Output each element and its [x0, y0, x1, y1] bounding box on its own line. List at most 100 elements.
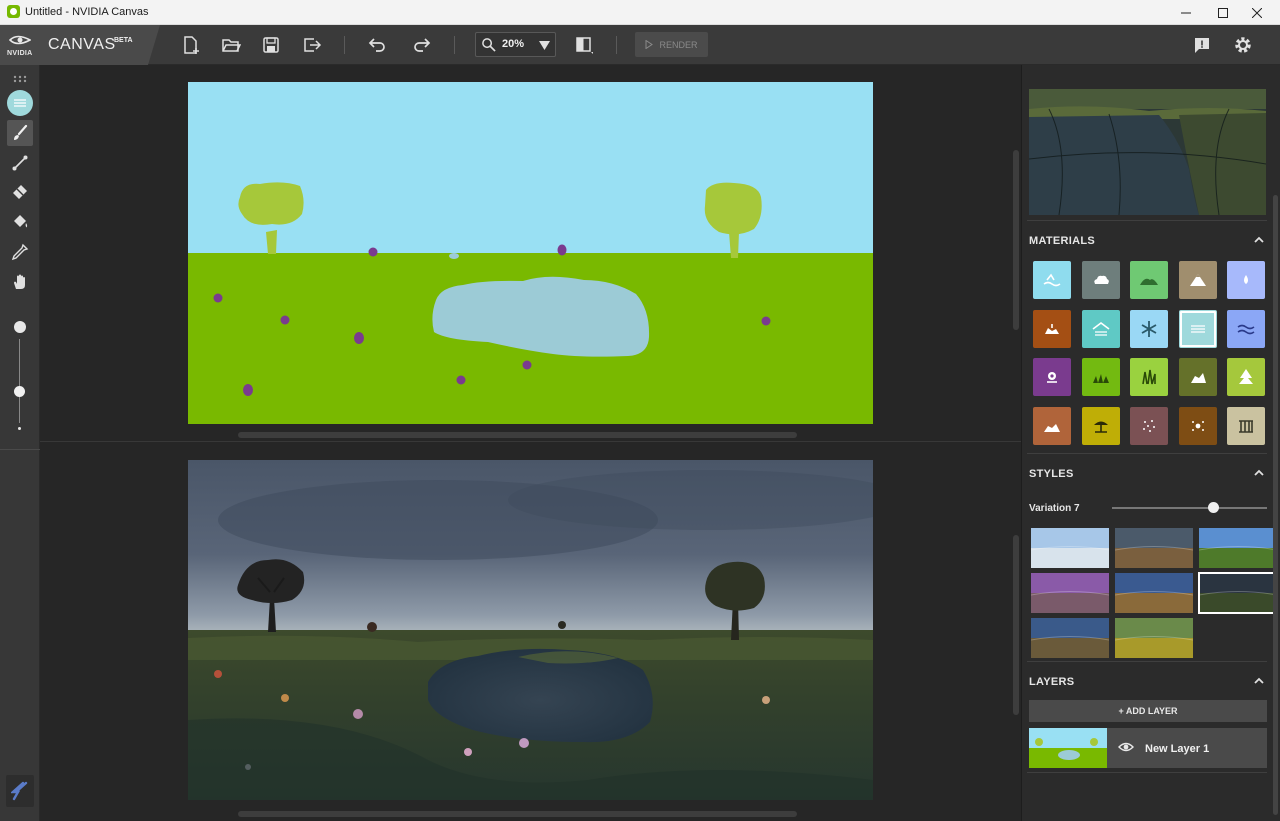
undo-icon[interactable] — [364, 32, 390, 58]
style-thumbnail[interactable] — [1199, 528, 1277, 568]
rendered-output-image — [188, 460, 873, 800]
save-icon[interactable] — [258, 32, 284, 58]
layer-name: New Layer 1 — [1145, 743, 1210, 755]
chevron-up-icon[interactable] — [1252, 233, 1266, 247]
style-thumbnail[interactable] — [1031, 618, 1109, 658]
plugin-icon[interactable] — [6, 775, 34, 807]
styles-header[interactable]: STYLES — [1029, 465, 1266, 483]
section-divider — [1027, 453, 1267, 454]
material-structure[interactable] — [1227, 406, 1265, 445]
hill-icon — [1140, 278, 1158, 285]
material-tree[interactable] — [1227, 358, 1265, 396]
material-dirt[interactable] — [1033, 406, 1071, 445]
material-swatch-icon[interactable] — [7, 90, 33, 116]
gravel-icon — [1191, 420, 1204, 431]
style-thumbnail[interactable] — [1115, 618, 1193, 658]
chevron-down-icon[interactable] — [539, 41, 550, 50]
settings-icon[interactable] — [1230, 32, 1256, 58]
window-title: Untitled - NVIDIA Canvas — [25, 6, 149, 18]
brand-area: NVIDIA CANVAS BETA — [0, 25, 160, 65]
material-snow[interactable] — [1130, 309, 1168, 348]
variation-slider-knob[interactable] — [1208, 502, 1219, 513]
material-gravel[interactable] — [1178, 406, 1217, 445]
brush-icon[interactable] — [7, 120, 33, 146]
material-cloud[interactable] — [1081, 261, 1120, 299]
compare-view-icon[interactable] — [571, 32, 597, 58]
material-water[interactable] — [1178, 309, 1217, 348]
material-beach[interactable] — [1081, 406, 1120, 445]
tree-icon — [1239, 369, 1253, 384]
material-flower[interactable] — [1033, 358, 1071, 396]
variation-label: Variation 7 — [1029, 503, 1080, 514]
mountain-icon — [1189, 274, 1206, 286]
style-thumbnail[interactable] — [1115, 573, 1193, 613]
canvas-vertical-scrollbar[interactable] — [1013, 150, 1019, 330]
eraser-icon[interactable] — [7, 179, 33, 205]
styles-title: STYLES — [1029, 468, 1074, 480]
fill-bucket-icon[interactable] — [7, 209, 33, 235]
material-snow-roof[interactable] — [1081, 309, 1120, 348]
new-file-icon[interactable] — [178, 32, 204, 58]
nvidia-wordmark: NVIDIA — [7, 50, 33, 57]
pan-hand-icon[interactable] — [7, 269, 33, 295]
export-icon[interactable] — [299, 32, 325, 58]
chevron-up-icon[interactable] — [1252, 466, 1266, 480]
feedback-icon[interactable] — [1189, 32, 1215, 58]
redo-icon[interactable] — [409, 32, 435, 58]
brush-size-large-icon — [14, 321, 26, 333]
title-bar: Untitled - NVIDIA Canvas — [0, 0, 1280, 25]
add-layer-button[interactable]: + ADD LAYER — [1029, 700, 1267, 722]
play-icon — [645, 40, 654, 49]
style-thumbnail[interactable] — [1031, 528, 1109, 568]
workspace — [40, 65, 1021, 821]
style-thumbnail[interactable] — [1198, 572, 1278, 614]
snow-icon — [1141, 320, 1157, 337]
section-divider — [1027, 220, 1267, 221]
materials-header[interactable]: MATERIALS — [1029, 232, 1266, 250]
output-horizontal-scrollbar[interactable] — [238, 811, 797, 817]
material-river[interactable] — [1227, 309, 1265, 348]
material-grass[interactable] — [1081, 358, 1120, 396]
material-mountain[interactable] — [1178, 261, 1217, 299]
layer-thumbnail — [1029, 728, 1107, 768]
brush-size-knob[interactable] — [14, 386, 25, 397]
sea-icon — [1043, 273, 1061, 287]
beach-icon — [1093, 421, 1108, 433]
zoom-value: 20% — [502, 38, 525, 50]
panel-scrollbar[interactable] — [1273, 195, 1278, 815]
brush-size-small-icon — [18, 427, 21, 430]
material-mud[interactable] — [1033, 309, 1071, 348]
close-icon[interactable] — [1234, 0, 1280, 25]
material-fog[interactable] — [1227, 261, 1265, 299]
cloud-icon — [1093, 275, 1109, 284]
material-sea[interactable] — [1033, 261, 1071, 299]
paint-canvas[interactable] — [188, 82, 873, 424]
eyedropper-icon[interactable] — [7, 239, 33, 265]
eye-visibility-icon[interactable] — [1118, 740, 1134, 754]
mud-icon — [1045, 323, 1059, 334]
chevron-up-icon[interactable] — [1252, 674, 1266, 688]
open-folder-icon[interactable] — [218, 32, 244, 58]
grip-icon[interactable] — [7, 66, 33, 92]
material-tall-grass[interactable] — [1130, 358, 1168, 396]
grass-icon — [1092, 374, 1109, 383]
layer-item[interactable]: New Layer 1 — [1029, 728, 1267, 768]
variation-slider-track[interactable] — [1112, 507, 1267, 509]
brush-size-slider[interactable] — [12, 317, 28, 435]
output-vertical-scrollbar[interactable] — [1013, 535, 1019, 715]
beta-badge: BETA — [114, 37, 133, 44]
layers-header[interactable]: LAYERS — [1029, 673, 1266, 691]
sky-region — [188, 82, 873, 254]
style-thumbnail[interactable] — [1031, 573, 1109, 613]
material-sand[interactable] — [1130, 406, 1168, 445]
zoom-control[interactable]: 20% — [475, 32, 556, 57]
structure-icon — [1239, 419, 1253, 433]
main-toolbar: NVIDIA CANVAS BETA 20% RENDER — [0, 25, 1280, 65]
snow-roof-icon — [1092, 321, 1109, 336]
canvas-horizontal-scrollbar[interactable] — [238, 432, 797, 438]
render-button[interactable]: RENDER — [635, 32, 708, 57]
style-thumbnail[interactable] — [1115, 528, 1193, 568]
material-rock[interactable] — [1178, 358, 1217, 396]
material-hill[interactable] — [1130, 261, 1168, 299]
line-icon[interactable] — [7, 150, 33, 176]
